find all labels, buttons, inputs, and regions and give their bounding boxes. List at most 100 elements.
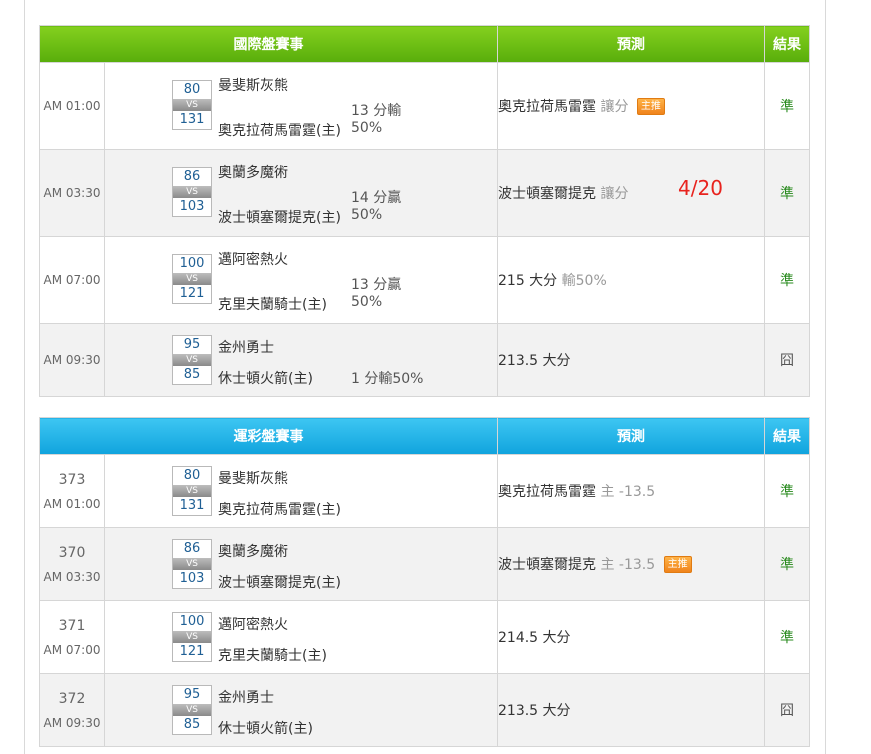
- top-pick-badge: 主推: [636, 98, 665, 115]
- game-time: AM 09:30: [39, 323, 105, 397]
- event-column-header: 運彩盤賽事: [39, 417, 498, 455]
- score-box: 95 VS 85: [172, 685, 212, 735]
- away-score: 80: [183, 82, 201, 97]
- top-pick-badge: 主推: [663, 556, 692, 573]
- away-team: 金州勇士: [218, 690, 274, 706]
- matchup-cell: 100 VS 121 邁阿密熱火 克里夫蘭騎士(主) 13 分贏 50%: [104, 236, 498, 324]
- away-score: 100: [179, 256, 205, 271]
- away-team: 奧蘭多魔術: [218, 544, 288, 560]
- result-mark: 準: [764, 236, 810, 324]
- home-score: 85: [183, 367, 201, 382]
- game-number: 373: [58, 471, 86, 488]
- game-row: 370 AM 03:30 86 VS 103 奧蘭多魔術 波士頓塞爾提克(主) …: [39, 527, 810, 601]
- result-mark: 囧: [764, 673, 810, 747]
- result-column-header: 結果: [764, 25, 810, 63]
- prediction-cell: 213.5 大分: [497, 673, 765, 747]
- home-score: 103: [179, 199, 205, 214]
- home-score: 131: [179, 498, 205, 513]
- prediction-cell: 波士頓塞爾提克 主 -13.5 主推: [497, 527, 765, 601]
- matchup-cell: 95 VS 85 金州勇士 休士頓火箭(主): [104, 673, 498, 747]
- sports-lottery-table: 運彩盤賽事 預測 結果 373 AM 01:00 80 VS 131 曼斐斯灰熊…: [39, 417, 810, 747]
- game-time: AM 01:00: [39, 62, 105, 150]
- prediction-column-header: 預測: [497, 417, 765, 455]
- away-score: 86: [183, 541, 201, 556]
- sports-header-row: 運彩盤賽事 預測 結果: [39, 417, 810, 455]
- handicap-result: 13 分輸: [351, 103, 402, 119]
- home-team: 奧克拉荷馬雷霆(主): [218, 502, 341, 518]
- game-number: 371: [58, 617, 86, 634]
- away-score: 95: [183, 687, 201, 702]
- international-header-row: 國際盤賽事 預測 結果: [39, 25, 810, 63]
- game-row: 371 AM 07:00 100 VS 121 邁阿密熱火 克里夫蘭騎士(主) …: [39, 600, 810, 674]
- home-team: 波士頓塞爾提克(主): [218, 210, 341, 226]
- home-team: 休士頓火箭(主): [218, 371, 313, 387]
- handicap-percent: 50%: [351, 120, 383, 136]
- pick-total: 213.5 大分: [498, 703, 571, 719]
- score-box: 86 VS 103: [172, 167, 212, 217]
- away-score: 80: [183, 468, 201, 483]
- away-team: 曼斐斯灰熊: [218, 78, 288, 94]
- pick-type: 主 -13.5: [600, 557, 656, 573]
- matchup-cell: 95 VS 85 金州勇士 休士頓火箭(主) 1 分輸50%: [104, 323, 498, 397]
- result-mark: 準: [764, 600, 810, 674]
- away-score: 100: [179, 614, 205, 629]
- game-time: AM 01:00: [43, 496, 101, 511]
- vs-label: VS: [173, 273, 211, 285]
- game-row: AM 07:00 100 VS 121 邁阿密熱火 克里夫蘭騎士(主) 13 分…: [39, 236, 810, 324]
- prediction-cell: 奧克拉荷馬雷霆 讓分 主推: [497, 62, 765, 150]
- prediction-cell: 213.5 大分: [497, 323, 765, 397]
- event-column-header: 國際盤賽事: [39, 25, 498, 63]
- pick-type: 讓分: [600, 99, 629, 115]
- pick-type: 讓分: [600, 186, 629, 202]
- international-odds-table: 國際盤賽事 預測 結果 AM 01:00 80 VS 131 曼斐斯灰熊 奧克拉…: [39, 25, 810, 397]
- home-score: 85: [183, 717, 201, 732]
- score-box: 80 VS 131: [172, 80, 212, 130]
- game-row: AM 01:00 80 VS 131 曼斐斯灰熊 奧克拉荷馬雷霆(主) 13 分…: [39, 62, 810, 150]
- prediction-cell: 波士頓塞爾提克 讓分 4/20: [497, 149, 765, 237]
- game-time-cell: 372 AM 09:30: [39, 673, 105, 747]
- result-mark: 準: [764, 149, 810, 237]
- game-row: 373 AM 01:00 80 VS 131 曼斐斯灰熊 奧克拉荷馬雷霆(主) …: [39, 454, 810, 528]
- result-mark: 準: [764, 62, 810, 150]
- handicap-percent: 50%: [351, 294, 383, 310]
- matchup-cell: 86 VS 103 奧蘭多魔術 波士頓塞爾提克(主) 14 分贏 50%: [104, 149, 498, 237]
- vs-label: VS: [173, 485, 211, 497]
- handicap-result: 14 分贏: [351, 190, 402, 206]
- score-box: 95 VS 85: [172, 335, 212, 385]
- away-team: 曼斐斯灰熊: [218, 471, 288, 487]
- matchup-cell: 80 VS 131 曼斐斯灰熊 奧克拉荷馬雷霆(主): [104, 454, 498, 528]
- handicap-result: 13 分贏: [351, 277, 402, 293]
- vs-label: VS: [173, 99, 211, 111]
- game-number: 370: [58, 544, 86, 561]
- away-team: 奧蘭多魔術: [218, 165, 288, 181]
- game-time-cell: 373 AM 01:00: [39, 454, 105, 528]
- game-time: AM 09:30: [43, 715, 101, 730]
- pick-total: 215 大分: [498, 273, 558, 289]
- vs-label: VS: [173, 186, 211, 198]
- score-box: 100 VS 121: [172, 254, 212, 304]
- result-mark: 準: [764, 454, 810, 528]
- home-team: 波士頓塞爾提克(主): [218, 575, 341, 591]
- score-box: 100 VS 121: [172, 612, 212, 662]
- home-score: 121: [179, 286, 205, 301]
- game-time: AM 07:00: [39, 236, 105, 324]
- game-number: 372: [58, 690, 86, 707]
- pick-team: 波士頓塞爾提克: [498, 186, 596, 202]
- handicap-percent: 50%: [351, 207, 383, 223]
- result-column-header: 結果: [764, 417, 810, 455]
- home-score: 131: [179, 112, 205, 127]
- result-mark: 準: [764, 527, 810, 601]
- pick-total: 214.5 大分: [498, 630, 571, 646]
- away-team: 邁阿密熱火: [218, 617, 288, 633]
- pick-type: 輸50%: [561, 273, 607, 289]
- home-team: 克里夫蘭騎士(主): [218, 648, 327, 664]
- prediction-cell: 奧克拉荷馬雷霆 主 -13.5: [497, 454, 765, 528]
- pick-team: 奧克拉荷馬雷霆: [498, 484, 596, 500]
- vs-label: VS: [173, 354, 211, 366]
- date-overlay: 4/20: [678, 176, 723, 200]
- away-score: 86: [183, 169, 201, 184]
- handicap-result: 1 分輸50%: [351, 371, 424, 387]
- prediction-cell: 215 大分 輸50%: [497, 236, 765, 324]
- vs-label: VS: [173, 631, 211, 643]
- score-box: 80 VS 131: [172, 466, 212, 516]
